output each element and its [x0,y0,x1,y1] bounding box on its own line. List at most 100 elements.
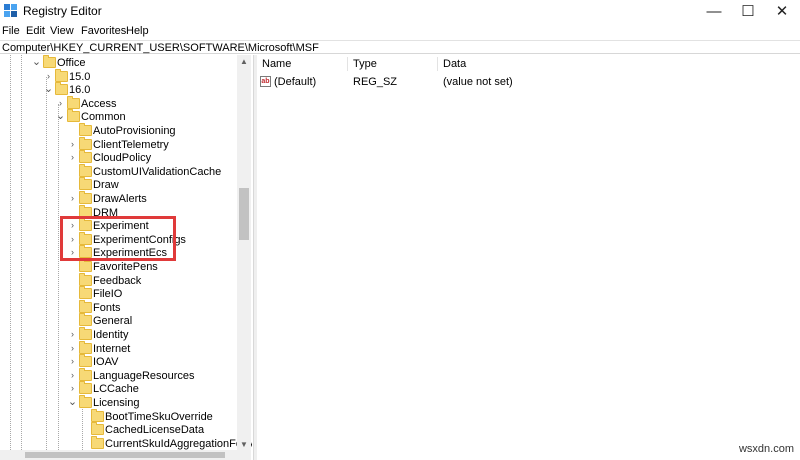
chevron-right-icon[interactable]: › [68,356,77,367]
menu-edit[interactable]: Edit [26,25,45,37]
address-bar[interactable]: Computer\HKEY_CURRENT_USER\SOFTWARE\Micr… [0,40,800,54]
tree-item[interactable]: BootTimeSkuOverride [0,408,240,424]
tree-item[interactable]: › CloudPolicy [0,150,240,165]
column-divider[interactable] [437,57,438,71]
folder-icon [91,435,104,449]
tree-item[interactable]: › IOAV [0,354,240,369]
tree-item[interactable]: › Identity [0,327,240,342]
tree-item[interactable]: Fonts [0,299,240,315]
tree-item-label: 15.0 [69,70,91,83]
tree-item[interactable]: › ClientTelemetry [0,136,240,152]
chevron-right-icon[interactable]: › [68,383,77,394]
chevron-right-icon[interactable]: › [68,193,77,204]
folder-icon [79,272,92,286]
folder-icon [79,191,92,204]
string-value-icon: ab [260,76,271,87]
chevron-right-icon[interactable]: › [68,343,77,354]
tree-item-label: CustomUIValidationCache [93,165,222,178]
tree-item[interactable]: ⌄ Common [0,109,240,124]
tree-item-label: DrawAlerts [93,193,147,205]
column-header-name[interactable]: Name [262,58,291,70]
folder-icon [79,367,92,381]
tree-item-label: LCCache [93,383,139,396]
tree-item-label: Licensing [93,397,140,409]
tree-horizontal-scrollbar[interactable] [0,450,251,460]
menu-help[interactable]: Help [126,25,149,37]
tree-item-label: Office [57,57,86,69]
tree-item[interactable]: › LanguageResources [0,367,240,383]
folder-icon [79,395,92,408]
folder-icon [55,68,68,82]
menu-view[interactable]: View [50,25,74,37]
tree-item-label: Identity [93,329,129,341]
tree-item-label: CloudPolicy [93,152,152,165]
chevron-right-icon[interactable]: › [68,329,77,340]
folder-icon [79,340,92,354]
tree-item[interactable]: AutoProvisioning [0,123,240,138]
tree-item[interactable]: General [0,313,240,328]
tree-item-label: Common [81,111,126,124]
tree-item[interactable]: › Access [0,95,240,111]
highlight-box [60,216,176,261]
value-list: Name Type Data ab (Default) REG_SZ (valu… [257,55,800,460]
tree-item[interactable]: ⌄ Licensing [0,395,240,410]
close-button[interactable]: ✕ [765,0,799,22]
maximize-button[interactable]: ☐ [731,0,765,22]
tree-item[interactable]: › DrawAlerts [0,191,240,206]
chevron-down-icon[interactable]: ⌄ [32,57,41,68]
table-row[interactable]: ab (Default) REG_SZ (value not set) [257,75,800,89]
folder-icon [67,109,80,123]
tree-item-label: CachedLicenseData [105,424,205,437]
tree-item[interactable]: CustomUIValidationCache [0,163,240,179]
column-header-type[interactable]: Type [353,58,377,70]
tree-item[interactable]: FavoritePens [0,259,240,274]
folder-icon [79,327,92,340]
tree-item[interactable]: Draw [0,177,240,192]
tree-item-label: Fonts [93,301,121,314]
tree-item[interactable]: Feedback [0,272,240,288]
tree-item[interactable]: ⌄ Office [0,55,240,70]
chevron-down-icon[interactable]: ⌄ [44,84,53,95]
tree-vertical-scrollbar[interactable]: ▲ ▼ [237,55,251,450]
folder-icon [79,259,92,272]
chevron-right-icon[interactable]: › [68,152,77,163]
chevron-down-icon[interactable]: ⌄ [68,397,77,408]
tree-item-label: Draw [93,179,119,192]
folder-icon [79,299,92,313]
tree-item[interactable]: › LCCache [0,381,240,396]
vertical-scroll-thumb[interactable] [239,188,249,240]
horizontal-scroll-thumb[interactable] [25,452,225,458]
folder-icon [43,55,56,68]
chevron-right-icon[interactable]: › [68,139,77,150]
value-name: (Default) [274,76,317,88]
folder-icon [79,177,92,191]
tree-item[interactable]: ⌄ 16.0 [0,82,240,97]
tree-item[interactable]: › Internet [0,340,240,356]
folder-icon [55,82,68,96]
scroll-up-arrow-icon[interactable]: ▲ [237,55,251,67]
menu-favorites[interactable]: Favorites [81,25,126,37]
tree-item-label: FileIO [93,288,123,301]
tree-item-label: Feedback [93,274,142,287]
scroll-down-arrow-icon[interactable]: ▼ [237,438,251,450]
column-divider[interactable] [347,57,348,71]
tree-item-label: General [93,315,133,328]
tree-item[interactable]: CurrentSkuIdAggregationForApp [0,435,252,451]
folder-icon [79,163,92,177]
window-title: Registry Editor [23,4,102,18]
folder-icon [79,313,92,327]
chevron-right-icon[interactable]: › [56,98,65,109]
menu-file[interactable]: File [2,25,20,37]
tree-item[interactable]: FileIO [0,286,240,301]
chevron-down-icon[interactable]: ⌄ [56,111,65,122]
column-header-data[interactable]: Data [443,58,466,70]
chevron-right-icon[interactable]: › [44,71,53,82]
tree-item[interactable]: › 15.0 [0,68,240,84]
tree-item-label: Internet [93,342,131,355]
folder-icon [79,354,92,368]
tree-item-label: AutoProvisioning [93,125,176,137]
tree-item[interactable]: CachedLicenseData [0,422,240,437]
folder-icon [79,150,92,164]
minimize-button[interactable]: — [697,0,731,22]
chevron-right-icon[interactable]: › [68,370,77,381]
